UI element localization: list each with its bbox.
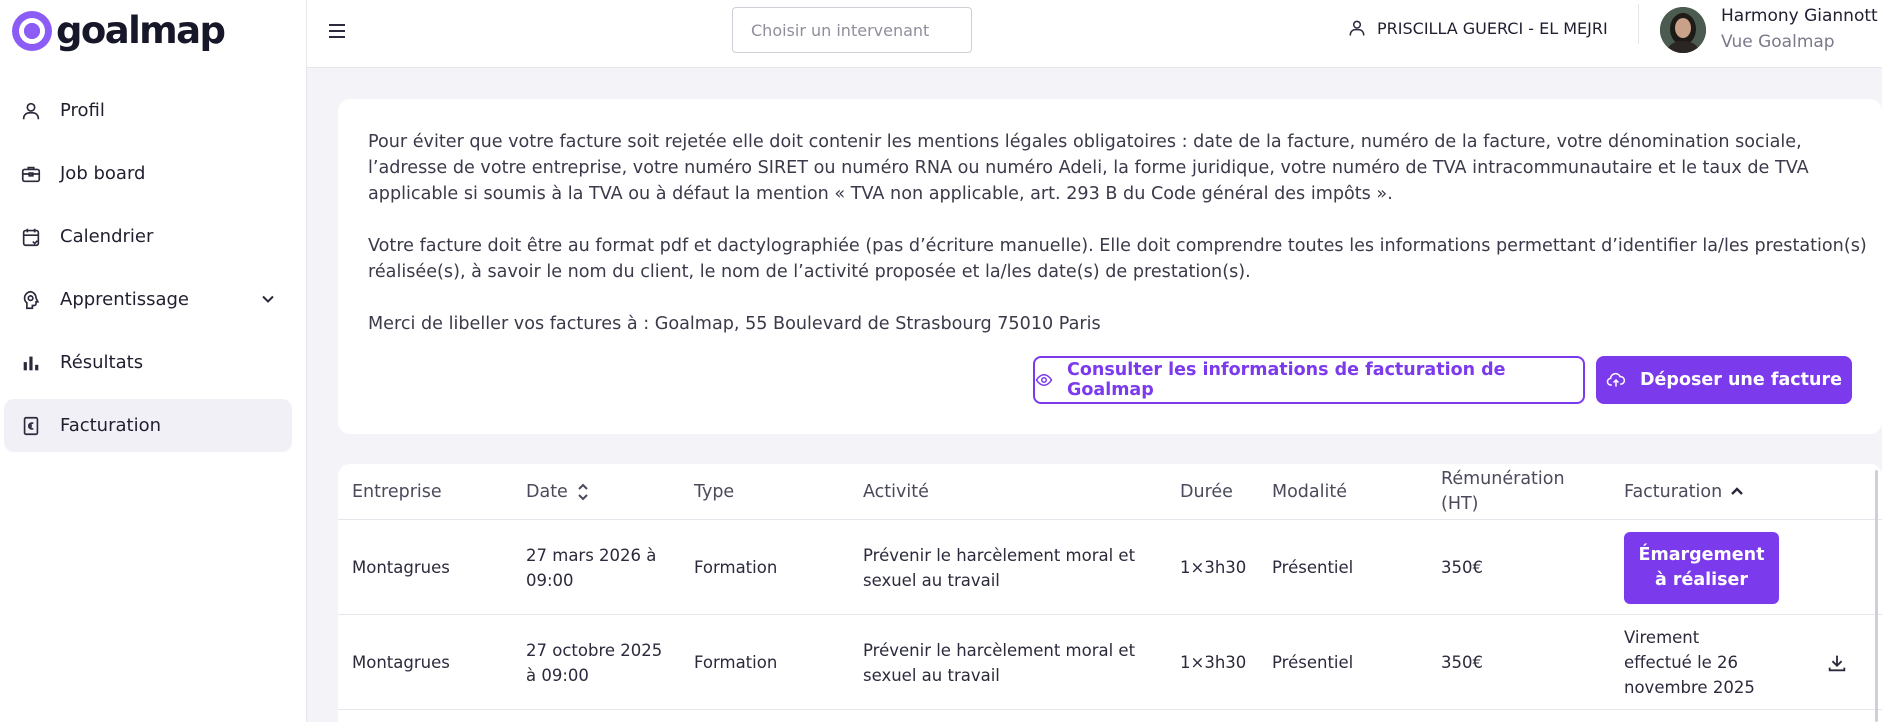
cell-facturation: Émargement à réaliser <box>1624 520 1779 615</box>
cell-modalite: Présentiel <box>1272 558 1354 577</box>
cell-remuneration: 350€ <box>1441 653 1483 672</box>
column-header-facturation[interactable]: Facturation <box>1624 464 1744 520</box>
cell-facturation: Virement effectué le 26 novembre 2025 <box>1624 628 1755 697</box>
sidebar-item-profil[interactable]: Profil <box>4 84 292 137</box>
column-header-duree: Durée <box>1180 481 1233 502</box>
sidebar-item-label: Apprentissage <box>60 289 189 310</box>
cell-activite: Prévenir le harcèlement moral et sexuel … <box>863 640 1136 685</box>
billing-address-text: Merci de libeller vos factures à : Goalm… <box>368 314 1101 334</box>
sidebar-item-label: Job board <box>60 163 146 184</box>
sidebar-item-label: Calendrier <box>60 226 154 247</box>
sidebar-item-facturation[interactable]: Facturation <box>4 399 292 452</box>
invoice-icon <box>18 413 44 439</box>
user-name: Harmony Giannott <box>1721 6 1878 26</box>
brain-icon <box>18 287 44 313</box>
upload-invoice-button[interactable]: Déposer une facture <box>1596 356 1852 404</box>
bar-chart-icon <box>18 350 44 376</box>
cell-date: 27 mars 2026 à 09:00 <box>526 545 657 590</box>
chevron-down-icon[interactable] <box>258 289 278 314</box>
column-header-type: Type <box>694 481 735 502</box>
goalmap-logo[interactable]: goalmap <box>12 9 226 52</box>
billing-legal-mentions-text: Pour éviter que votre facture soit rejet… <box>368 132 1809 204</box>
table-header: Entreprise Date Type Activité Durée Moda… <box>338 464 1882 520</box>
sidebar-item-calendrier[interactable]: Calendrier <box>4 210 292 263</box>
sort-both-icon[interactable] <box>576 483 590 501</box>
billing-instructions: Pour éviter que votre facture soit rejet… <box>368 129 1868 337</box>
column-header-date[interactable]: Date <box>526 464 590 520</box>
column-header-entreprise: Entreprise <box>352 481 442 502</box>
goalmap-logo-icon <box>12 11 52 51</box>
emargement-button[interactable]: Émargement à réaliser <box>1624 531 1779 604</box>
cell-remuneration: 350€ <box>1441 558 1483 577</box>
cell-type: Formation <box>694 558 778 577</box>
hamburger-menu-icon[interactable] <box>325 19 349 43</box>
cell-duree: 1×3h30 <box>1180 653 1247 672</box>
intervenant-search-input[interactable] <box>732 7 972 53</box>
cell-duree: 1×3h30 <box>1180 558 1247 577</box>
consult-billing-info-button[interactable]: Consulter les informations de facturatio… <box>1033 356 1585 404</box>
briefcase-icon <box>18 161 44 187</box>
cell-entreprise: Montagrues <box>352 558 450 577</box>
billing-format-text: Votre facture doit être au format pdf et… <box>368 236 1867 282</box>
cell-modalite: Présentiel <box>1272 653 1354 672</box>
avatar[interactable] <box>1660 7 1706 53</box>
sidebar-item-label: Profil <box>60 100 105 121</box>
cell-entreprise: Montagrues <box>352 653 450 672</box>
intervenant-selector[interactable]: PRISCILLA GUERCI - EL MEJRI <box>1347 18 1608 38</box>
sidebar-item-label: Facturation <box>60 415 162 436</box>
goalmap-logo-text: goalmap <box>56 9 226 52</box>
table-scrollbar[interactable] <box>1875 470 1878 722</box>
sidebar-item-resultats[interactable]: Résultats <box>4 336 292 389</box>
sort-ascending-icon[interactable] <box>1730 485 1744 499</box>
sidebar-item-apprentissage[interactable]: Apprentissage <box>4 273 292 326</box>
cell-activite: Prévenir le harcèlement moral et sexuel … <box>863 545 1136 590</box>
sidebar-nav: Profil Job board Calendrier Apprentissag… <box>4 84 292 462</box>
sessions-table: Entreprise Date Type Activité Durée Moda… <box>338 464 1882 722</box>
eye-icon <box>1035 371 1053 389</box>
top-header: PRISCILLA GUERCI - EL MEJRI Harmony Gian… <box>307 0 1882 68</box>
sidebar-item-job-board[interactable]: Job board <box>4 147 292 200</box>
user-icon <box>1347 18 1367 38</box>
intervenant-name: PRISCILLA GUERCI - EL MEJRI <box>1377 18 1608 38</box>
table-row[interactable]: Montagrues 27 octobre 2025 à 09:00 Forma… <box>338 615 1882 710</box>
cell-type: Formation <box>694 653 778 672</box>
table-row[interactable]: Montagrues 27 mars 2026 à 09:00 Formatio… <box>338 520 1882 615</box>
column-header-activite: Activité <box>863 481 929 502</box>
billing-info-card: Pour éviter que votre facture soit rejet… <box>338 99 1882 434</box>
header-divider <box>1638 4 1639 44</box>
upload-invoice-label: Déposer une facture <box>1640 370 1842 390</box>
cell-date: 27 octobre 2025 à 09:00 <box>526 640 663 685</box>
sidebar-item-label: Résultats <box>60 352 144 373</box>
sidebar: goalmap Profil Job board Calendrier Appr… <box>0 0 307 722</box>
column-header-modalite: Modalité <box>1272 481 1347 502</box>
column-header-remuneration: Rémunération (HT) <box>1441 469 1565 514</box>
cloud-upload-icon <box>1606 370 1626 390</box>
consult-billing-info-label: Consulter les informations de facturatio… <box>1067 360 1506 400</box>
download-icon[interactable] <box>1826 615 1848 710</box>
calendar-icon <box>18 224 44 250</box>
user-icon <box>18 98 44 124</box>
user-view-label: Vue Goalmap <box>1721 32 1835 52</box>
